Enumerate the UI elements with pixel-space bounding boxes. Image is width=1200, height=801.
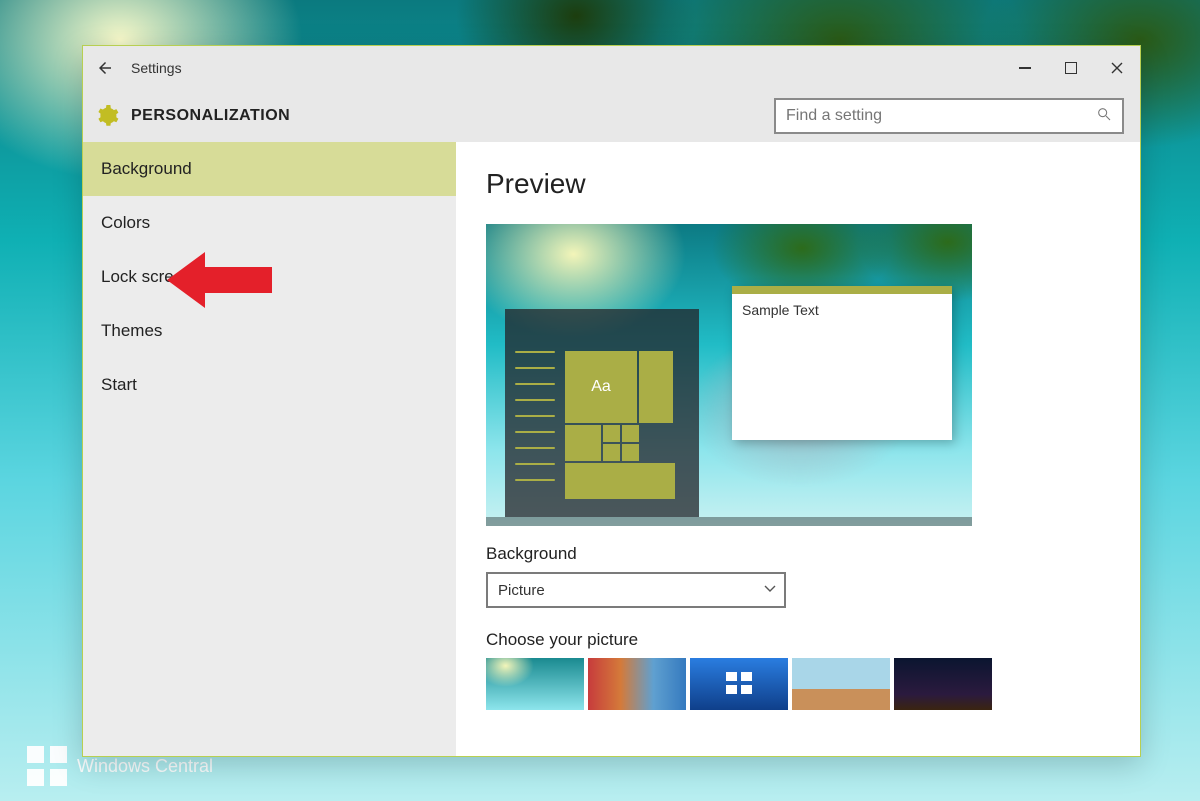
search-icon bbox=[1096, 106, 1112, 127]
preview-heading: Preview bbox=[486, 168, 1140, 200]
watermark-text: Windows Central bbox=[77, 756, 213, 777]
preview-taskbar bbox=[486, 517, 972, 526]
back-button[interactable] bbox=[83, 46, 127, 90]
preview-tile bbox=[603, 425, 620, 442]
picture-thumbnail[interactable] bbox=[690, 658, 788, 710]
maximize-button[interactable] bbox=[1048, 53, 1094, 83]
sidebar-item-label: Lock screen bbox=[101, 267, 193, 287]
sidebar-item-background[interactable]: Background bbox=[83, 142, 456, 196]
windows-logo-icon bbox=[726, 672, 752, 694]
sidebar-item-label: Colors bbox=[101, 213, 150, 233]
picture-thumbnail[interactable] bbox=[792, 658, 890, 710]
preview-tile-big: Aa bbox=[565, 351, 637, 423]
sidebar-item-lock-screen[interactable]: Lock screen bbox=[83, 250, 456, 304]
window-body: Background Colors Lock screen Themes Sta… bbox=[83, 142, 1140, 756]
search-input[interactable] bbox=[786, 107, 1096, 125]
sidebar-item-label: Background bbox=[101, 159, 192, 179]
close-button[interactable] bbox=[1094, 53, 1140, 83]
background-label: Background bbox=[486, 544, 1140, 564]
search-box[interactable] bbox=[774, 98, 1124, 134]
sidebar: Background Colors Lock screen Themes Sta… bbox=[83, 142, 456, 756]
chevron-down-icon bbox=[764, 582, 776, 598]
desktop-preview: Aa Sample Text bbox=[486, 224, 972, 526]
settings-window: Settings PERSONALIZATION Background Colo… bbox=[82, 45, 1141, 757]
choose-picture-label: Choose your picture bbox=[486, 630, 1140, 650]
preview-tile bbox=[622, 425, 639, 442]
preview-tile-glyph: Aa bbox=[591, 378, 611, 396]
sidebar-item-themes[interactable]: Themes bbox=[83, 304, 456, 358]
close-icon bbox=[1111, 62, 1123, 74]
back-arrow-icon bbox=[96, 59, 114, 77]
gear-icon bbox=[93, 102, 121, 130]
preview-tile bbox=[603, 444, 620, 461]
preview-start-rail-icon bbox=[515, 351, 555, 505]
preview-tile bbox=[565, 425, 601, 461]
preview-tile bbox=[565, 463, 675, 499]
preview-sample-text: Sample Text bbox=[742, 302, 819, 318]
sidebar-item-label: Start bbox=[101, 375, 137, 395]
background-dropdown-value: Picture bbox=[498, 582, 545, 599]
picture-thumbnail[interactable] bbox=[588, 658, 686, 710]
sidebar-item-start[interactable]: Start bbox=[83, 358, 456, 412]
sidebar-item-colors[interactable]: Colors bbox=[83, 196, 456, 250]
window-title: Settings bbox=[127, 60, 182, 76]
picture-thumbnails bbox=[486, 658, 1140, 710]
category-title: PERSONALIZATION bbox=[131, 107, 290, 125]
sidebar-item-label: Themes bbox=[101, 321, 162, 341]
picture-thumbnail[interactable] bbox=[486, 658, 584, 710]
content-pane: Preview Aa bbox=[456, 142, 1140, 756]
background-dropdown[interactable]: Picture bbox=[486, 572, 786, 608]
windows-logo-icon bbox=[27, 746, 67, 786]
title-bar: Settings bbox=[83, 46, 1140, 90]
preview-tile bbox=[639, 351, 673, 423]
maximize-icon bbox=[1065, 62, 1077, 74]
header-bar: PERSONALIZATION bbox=[83, 90, 1140, 142]
picture-thumbnail[interactable] bbox=[894, 658, 992, 710]
preview-sample-window: Sample Text bbox=[732, 286, 952, 440]
preview-tile bbox=[622, 444, 639, 461]
minimize-button[interactable] bbox=[1002, 53, 1048, 83]
minimize-icon bbox=[1019, 67, 1031, 69]
preview-start-menu: Aa bbox=[505, 309, 699, 517]
